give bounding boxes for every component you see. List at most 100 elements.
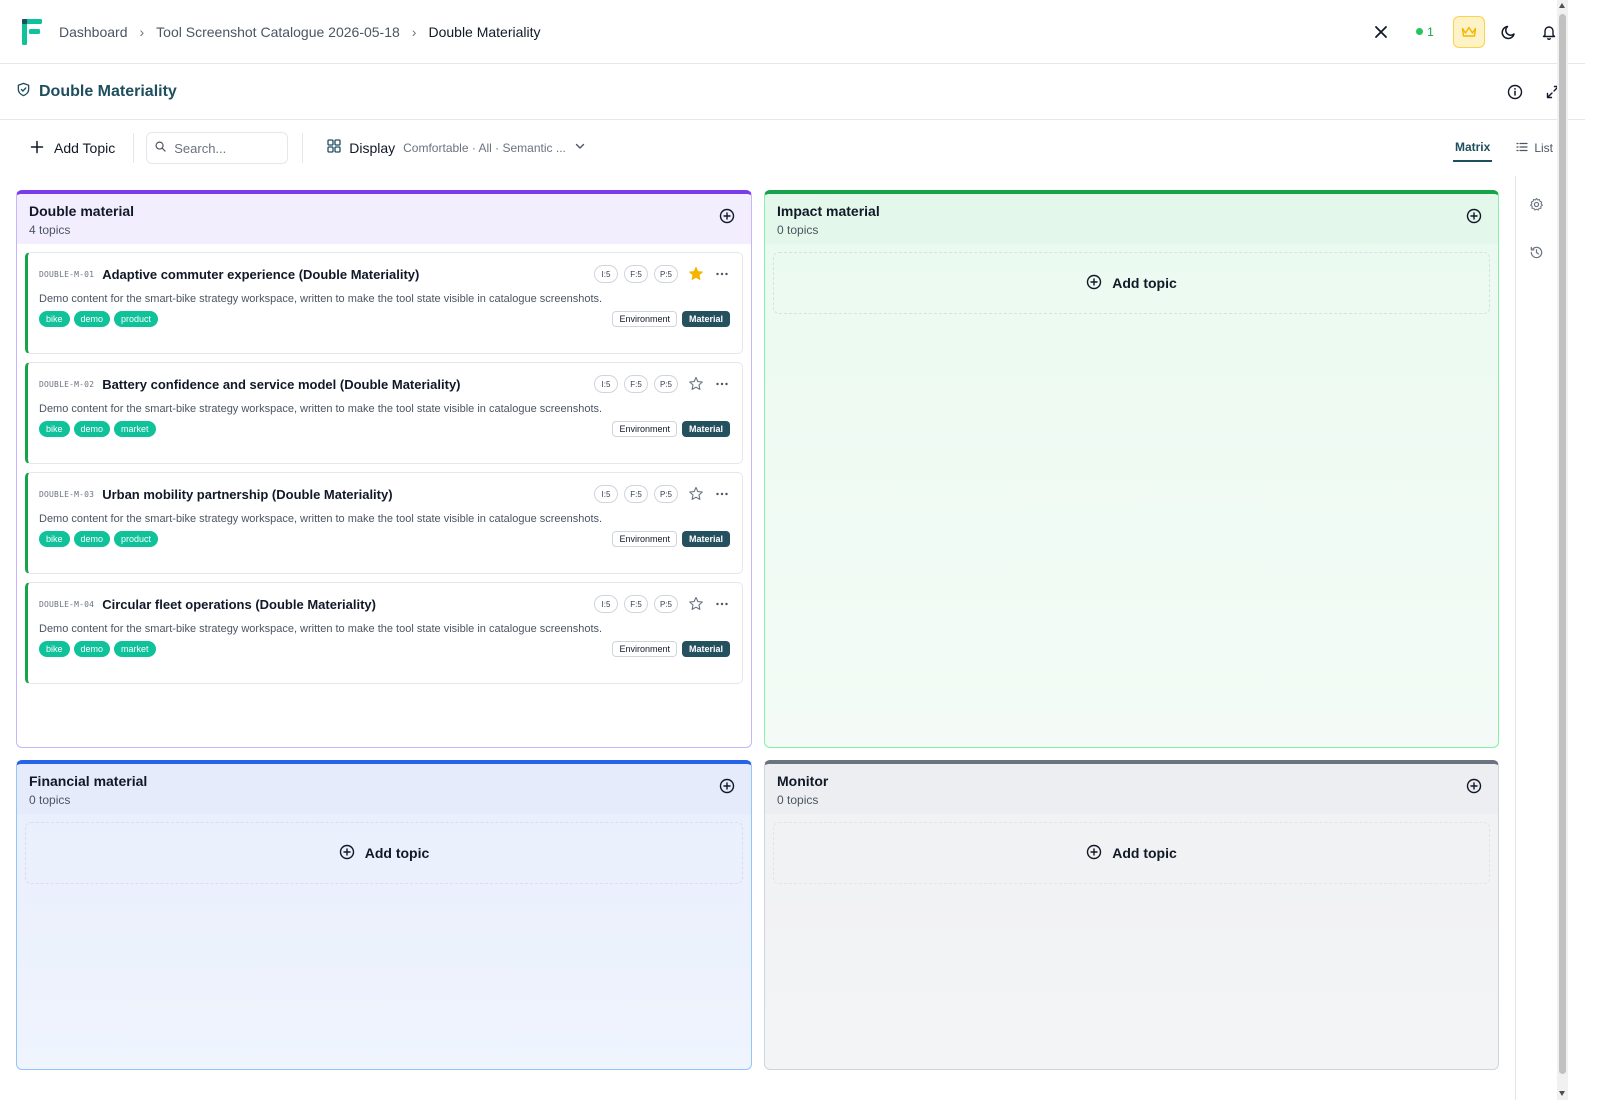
tag[interactable]: bike <box>39 641 70 657</box>
tag[interactable]: demo <box>73 531 111 547</box>
star-icon[interactable] <box>688 596 704 612</box>
impact-score: I:5 <box>593 375 618 393</box>
plus-circle-icon <box>339 844 355 863</box>
topic-card[interactable]: DOUBLE-M-02 Battery confidence and servi… <box>25 362 743 464</box>
scroll-down-arrow[interactable] <box>1559 1091 1565 1096</box>
chevron-down-icon <box>574 139 586 157</box>
breadcrumb-dashboard[interactable]: Dashboard <box>59 24 128 40</box>
scrollbar-thumb[interactable] <box>1559 14 1566 1074</box>
quadrant-title: Double material <box>29 203 135 219</box>
plus-icon <box>30 140 44 157</box>
display-label: Display <box>349 140 396 156</box>
add-topic-label: Add topic <box>1112 275 1177 291</box>
moon-icon[interactable] <box>1493 16 1525 48</box>
search-box[interactable] <box>146 132 289 164</box>
logo-icon[interactable] <box>20 17 44 47</box>
quadrant-header: Monitor 0 topics <box>765 764 1498 814</box>
category-badge: Environment <box>612 531 677 547</box>
online-indicator[interactable]: 1 <box>1405 25 1445 39</box>
tab-list[interactable]: List <box>1514 135 1555 162</box>
tab-list-label: List <box>1534 141 1553 155</box>
financial-score: F:5 <box>623 265 648 283</box>
more-icon[interactable] <box>714 596 730 612</box>
star-icon[interactable] <box>688 486 704 502</box>
breadcrumb-current: Double Materiality <box>428 23 541 40</box>
top-bar: Dashboard › Tool Screenshot Catalogue 20… <box>0 0 1585 64</box>
right-rail <box>1515 176 1557 1100</box>
topic-title[interactable]: Urban mobility partnership (Double Mater… <box>102 487 392 502</box>
add-topic-label: Add topic <box>1112 845 1177 861</box>
toolbar: Add Topic Display Comfortable · All · Se… <box>0 120 1585 176</box>
search-icon <box>155 139 166 157</box>
plus-circle-icon[interactable] <box>1466 208 1482 229</box>
topic-title[interactable]: Battery confidence and service model (Do… <box>102 377 460 392</box>
star-icon[interactable] <box>688 376 704 392</box>
topic-card[interactable]: DOUBLE-M-01 Adaptive commuter experience… <box>25 252 743 354</box>
topic-code: DOUBLE-M-01 <box>39 269 95 279</box>
search-input[interactable] <box>174 140 275 156</box>
plus-circle-icon[interactable] <box>719 778 735 799</box>
online-count: 1 <box>1427 24 1434 39</box>
quadrant-financial-material: Financial material 0 topics Add topic <box>16 760 752 1070</box>
topic-description: Demo content for the smart-bike strategy… <box>39 513 603 525</box>
impact-score: I:5 <box>593 485 618 503</box>
plus-circle-icon[interactable] <box>719 208 735 229</box>
probability-score: P:5 <box>653 375 678 393</box>
crown-icon[interactable] <box>1453 15 1485 48</box>
close-icon[interactable] <box>1365 16 1397 48</box>
star-icon[interactable] <box>688 266 704 282</box>
tag[interactable]: demo <box>73 641 111 657</box>
tag[interactable]: bike <box>39 311 70 327</box>
tag[interactable]: bike <box>39 421 70 437</box>
tag[interactable]: market <box>114 641 156 657</box>
tag[interactable]: bike <box>39 531 70 547</box>
page-header: Double Materiality <box>0 64 1585 120</box>
scroll-up-arrow[interactable] <box>1559 3 1565 8</box>
grid-icon <box>327 138 341 158</box>
tag[interactable]: demo <box>73 311 111 327</box>
add-topic-placeholder[interactable]: Add topic <box>773 822 1490 884</box>
chevron-right-icon: › <box>411 23 417 40</box>
probability-score: P:5 <box>653 265 678 283</box>
add-topic-button[interactable]: Add Topic <box>30 140 133 157</box>
quadrant-header: Financial material 0 topics <box>17 764 751 814</box>
add-topic-placeholder[interactable]: Add topic <box>773 252 1490 314</box>
settings-icon[interactable] <box>1521 188 1553 220</box>
category-badge: Environment <box>612 311 677 327</box>
add-topic-placeholder[interactable]: Add topic <box>25 822 743 884</box>
impact-score: I:5 <box>593 265 618 283</box>
tab-matrix-label: Matrix <box>1454 140 1491 154</box>
topic-title[interactable]: Adaptive commuter experience (Double Mat… <box>102 267 419 282</box>
status-badge: Material <box>681 311 730 327</box>
more-icon[interactable] <box>714 266 730 282</box>
plus-circle-icon <box>1086 844 1102 863</box>
financial-score: F:5 <box>623 375 648 393</box>
breadcrumb-catalogue[interactable]: Tool Screenshot Catalogue 2026-05-18 <box>156 24 400 40</box>
probability-score: P:5 <box>653 485 678 503</box>
more-icon[interactable] <box>714 486 730 502</box>
list-icon <box>1516 141 1528 156</box>
display-summary: Comfortable · All · Semantic ... <box>403 141 566 155</box>
topic-card[interactable]: DOUBLE-M-04 Circular fleet operations (D… <box>25 582 743 684</box>
more-icon[interactable] <box>714 376 730 392</box>
quadrant-title: Monitor <box>777 773 829 789</box>
chevron-right-icon: › <box>139 23 145 40</box>
tag[interactable]: demo <box>73 421 111 437</box>
plus-circle-icon[interactable] <box>1466 778 1482 799</box>
display-options-button[interactable]: Display Comfortable · All · Semantic ... <box>327 138 586 158</box>
tag[interactable]: product <box>114 531 159 547</box>
topic-card-list: DOUBLE-M-01 Adaptive commuter experience… <box>17 244 751 684</box>
info-icon[interactable] <box>1499 76 1531 108</box>
history-icon[interactable] <box>1521 236 1553 268</box>
add-topic-label: Add Topic <box>54 140 116 156</box>
view-switcher: Matrix List <box>1452 134 1555 162</box>
tab-matrix[interactable]: Matrix <box>1452 134 1493 162</box>
tag[interactable]: product <box>114 311 159 327</box>
topic-title[interactable]: Circular fleet operations (Double Materi… <box>102 597 376 612</box>
topic-description: Demo content for the smart-bike strategy… <box>39 623 603 635</box>
quadrant-header: Double material 4 topics <box>17 194 751 244</box>
impact-score: I:5 <box>593 595 618 613</box>
tag[interactable]: market <box>114 421 156 437</box>
topic-card[interactable]: DOUBLE-M-03 Urban mobility partnership (… <box>25 472 743 574</box>
scrollbar[interactable] <box>1557 0 1568 1100</box>
